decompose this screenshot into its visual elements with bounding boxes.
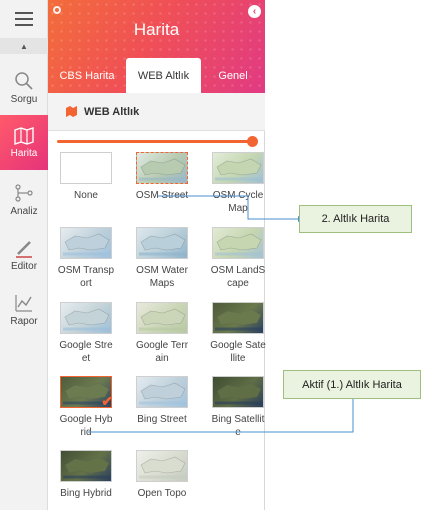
callout-connectors	[88, 195, 356, 433]
connector-line-active	[88, 398, 354, 433]
connector-line-secondary	[158, 195, 298, 220]
callout-active-basemap: Aktif (1.) Altlık Harita	[283, 370, 421, 399]
app-root: ▲ Sorgu Harita Analiz Editor Rapor Harit…	[0, 0, 423, 510]
callout-secondary-basemap: 2. Altlık Harita	[299, 205, 412, 233]
